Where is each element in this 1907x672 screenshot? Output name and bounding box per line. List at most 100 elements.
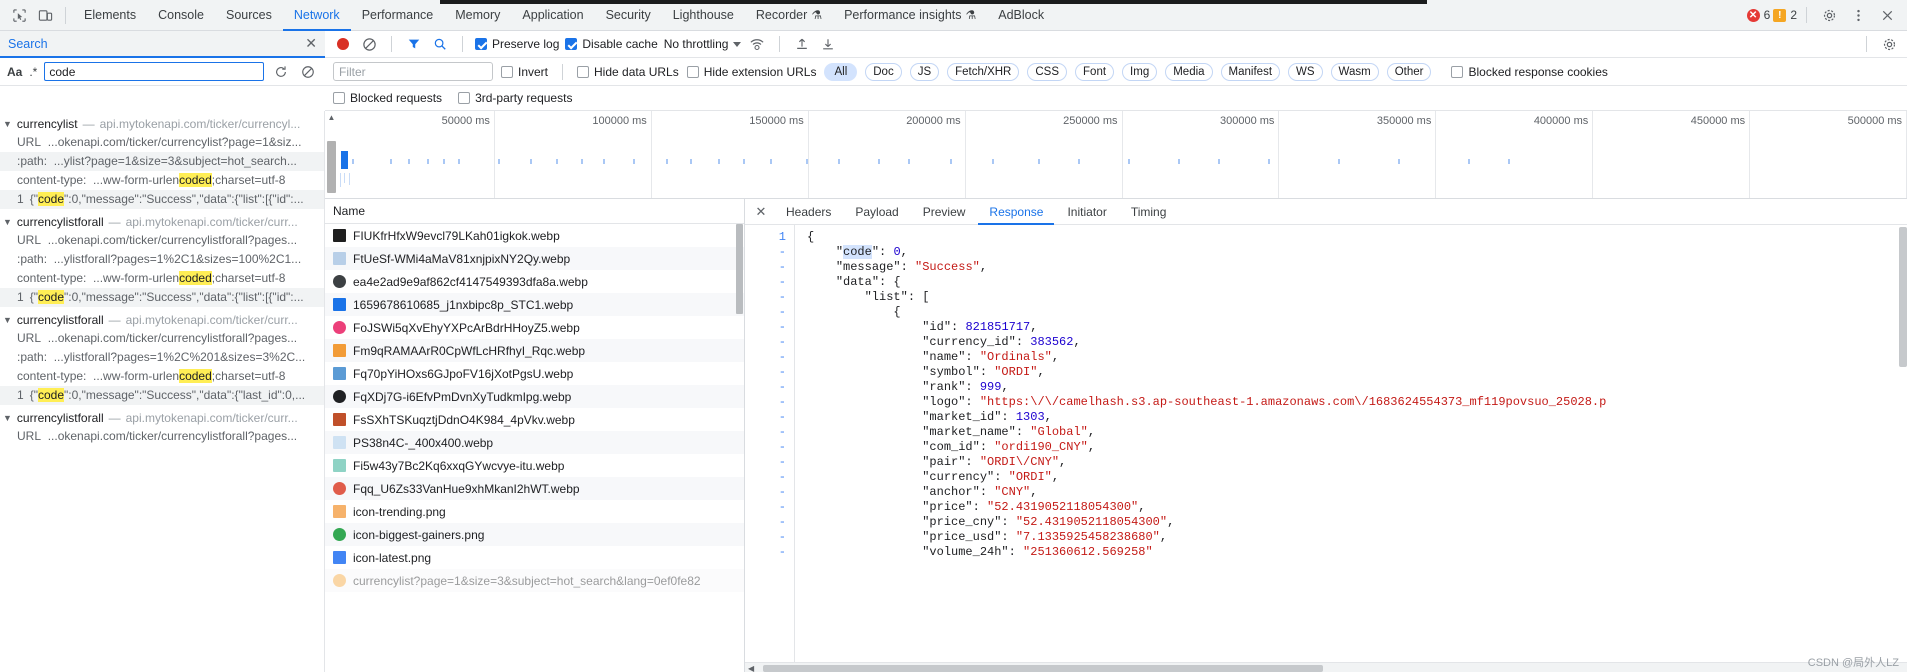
blocked-requests-checkbox[interactable]: Blocked requests bbox=[333, 91, 442, 105]
regex-button[interactable]: .* bbox=[29, 65, 37, 79]
search-result-header[interactable]: ▼ currencylistforall — api.mytokenapi.co… bbox=[0, 212, 324, 231]
detail-tab-initiator[interactable]: Initiator bbox=[1056, 199, 1117, 225]
response-horizontal-scrollbar[interactable]: ◀ bbox=[745, 662, 1907, 672]
record-stop-icon[interactable] bbox=[333, 34, 353, 54]
search-result-line[interactable]: 1 {"code":0,"message":"Success","data":{"… bbox=[0, 386, 324, 405]
tab-application[interactable]: Application bbox=[511, 0, 594, 31]
search-result-line[interactable]: :path: ...ylistforall?pages=1%2C1&sizes=… bbox=[0, 250, 324, 269]
clear-network-icon[interactable] bbox=[359, 34, 379, 54]
search-result-line[interactable]: URL ...okenapi.com/ticker/currencylistfo… bbox=[0, 427, 324, 446]
overview-scrollbar[interactable]: ▲ bbox=[325, 111, 338, 198]
search-result-line[interactable]: 1 {"code":0,"message":"Success","data":{"… bbox=[0, 190, 324, 209]
filter-type-other[interactable]: Other bbox=[1386, 62, 1432, 81]
blocked-response-cookies-checkbox[interactable]: Blocked response cookies bbox=[1451, 65, 1608, 79]
table-row[interactable]: icon-biggest-gainers.png bbox=[325, 523, 744, 546]
disable-cache-checkbox[interactable]: Disable cache bbox=[565, 37, 658, 51]
table-row[interactable]: Fi5w43y7Bc2Kq6xxqGYwcvye-itu.webp bbox=[325, 454, 744, 477]
tab-adblock[interactable]: AdBlock bbox=[987, 0, 1055, 31]
filter-type-media[interactable]: Media bbox=[1165, 62, 1213, 81]
search-result-header[interactable]: ▼ currencylistforall — api.mytokenapi.co… bbox=[0, 408, 324, 427]
filter-type-font[interactable]: Font bbox=[1075, 62, 1115, 81]
filter-type-wasm[interactable]: Wasm bbox=[1330, 62, 1379, 81]
search-results-panel[interactable]: ▼ currencylist — api.mytokenapi.com/tick… bbox=[0, 111, 325, 672]
table-row[interactable]: Fqq_U6Zs33VanHue9xhMkanI2hWT.webp bbox=[325, 477, 744, 500]
table-row[interactable]: icon-trending.png bbox=[325, 500, 744, 523]
preserve-log-checkbox[interactable]: Preserve log bbox=[475, 37, 559, 51]
filter-type-doc[interactable]: Doc bbox=[865, 62, 902, 81]
search-result-line[interactable]: 1 {"code":0,"message":"Success","data":{"… bbox=[0, 288, 324, 307]
scroll-left-arrow-icon[interactable]: ◀ bbox=[748, 664, 754, 672]
inspect-element-icon[interactable] bbox=[6, 2, 32, 28]
tab-sources[interactable]: Sources bbox=[215, 0, 283, 31]
search-result-line[interactable]: URL ...okenapi.com/ticker/currencylistfo… bbox=[0, 231, 324, 250]
table-row[interactable]: FIUKfrHfxW9evcl79LKah01igkok.webp bbox=[325, 224, 744, 247]
detail-tab-headers[interactable]: Headers bbox=[775, 199, 842, 225]
filter-type-fetch-xhr[interactable]: Fetch/XHR bbox=[947, 62, 1020, 81]
tab-elements[interactable]: Elements bbox=[73, 0, 147, 31]
tab-performance-insights[interactable]: Performance insights ⚗ bbox=[833, 0, 987, 31]
search-icon[interactable] bbox=[430, 34, 450, 54]
table-row[interactable]: 1659678610685_j1nxbipc8p_STC1.webp bbox=[325, 293, 744, 316]
throttling-dropdown[interactable]: No throttling bbox=[664, 37, 742, 51]
search-result-line[interactable]: content-type: ...ww-form-urlencoded;char… bbox=[0, 171, 324, 190]
close-icon[interactable] bbox=[1874, 2, 1900, 28]
search-result-line[interactable]: content-type: ...ww-form-urlencoded;char… bbox=[0, 367, 324, 386]
device-toolbar-icon[interactable] bbox=[32, 2, 58, 28]
scrollbar-thumb[interactable] bbox=[763, 665, 1323, 672]
column-header-name[interactable]: Name bbox=[325, 199, 744, 224]
search-result-line[interactable]: URL ...okenapi.com/ticker/currencylist?p… bbox=[0, 133, 324, 152]
third-party-requests-checkbox[interactable]: 3rd-party requests bbox=[458, 91, 572, 105]
invert-checkbox[interactable]: Invert bbox=[501, 65, 548, 79]
tab-recorder[interactable]: Recorder ⚗ bbox=[745, 0, 833, 31]
gear-icon[interactable] bbox=[1816, 2, 1842, 28]
request-list-scrollbar[interactable] bbox=[735, 224, 744, 672]
response-body-viewer[interactable]: 1 - - - - - - - - - - - - - - - - - - - … bbox=[745, 225, 1907, 672]
table-row[interactable]: Fm9qRAMAArR0CpWfLcHRfhyI_Rqc.webp bbox=[325, 339, 744, 362]
response-json-code[interactable]: { "code": 0, "message": "Success", "data… bbox=[795, 225, 1907, 672]
search-input[interactable] bbox=[44, 62, 264, 81]
search-result-line[interactable]: :path: ...ylistforall?pages=1%2C%201&siz… bbox=[0, 348, 324, 367]
response-vertical-scrollbar[interactable] bbox=[1899, 225, 1907, 662]
export-har-icon[interactable] bbox=[818, 34, 838, 54]
detail-tab-response[interactable]: Response bbox=[978, 199, 1054, 225]
error-count-badge[interactable]: ✕ 6 bbox=[1746, 8, 1770, 22]
detail-tab-preview[interactable]: Preview bbox=[912, 199, 977, 225]
table-row[interactable]: currencylist?page=1&size=3&subject=hot_s… bbox=[325, 569, 744, 592]
table-row[interactable]: FsSXhTSKuqztjDdnO4K984_4pVkv.webp bbox=[325, 408, 744, 431]
network-settings-gear-icon[interactable] bbox=[1879, 34, 1899, 54]
search-result-line[interactable]: URL ...okenapi.com/ticker/currencylistfo… bbox=[0, 329, 324, 348]
scrollbar-thumb[interactable] bbox=[327, 141, 336, 193]
hide-extension-urls-checkbox[interactable]: Hide extension URLs bbox=[686, 65, 816, 79]
filter-type-css[interactable]: CSS bbox=[1027, 62, 1068, 81]
detail-close-icon[interactable]: ✕ bbox=[749, 204, 773, 220]
filter-type-js[interactable]: JS bbox=[909, 62, 940, 81]
detail-tab-payload[interactable]: Payload bbox=[844, 199, 909, 225]
match-case-button[interactable]: Aa bbox=[7, 65, 22, 79]
table-row[interactable]: PS38n4C-_400x400.webp bbox=[325, 431, 744, 454]
scroll-up-arrow-icon[interactable]: ▲ bbox=[325, 111, 338, 124]
filter-funnel-icon[interactable] bbox=[404, 34, 424, 54]
tab-memory[interactable]: Memory bbox=[444, 0, 511, 31]
tab-lighthouse[interactable]: Lighthouse bbox=[662, 0, 745, 31]
network-conditions-icon[interactable] bbox=[747, 34, 767, 54]
tab-performance[interactable]: Performance bbox=[351, 0, 445, 31]
filter-type-manifest[interactable]: Manifest bbox=[1220, 62, 1281, 81]
scrollbar-thumb[interactable] bbox=[736, 224, 743, 314]
search-panel-close-icon[interactable]: ✕ bbox=[305, 35, 317, 52]
tab-security[interactable]: Security bbox=[595, 0, 662, 31]
table-row[interactable]: FtUeSf-WMi4aMaV81xnjpixNY2Qy.webp bbox=[325, 247, 744, 270]
import-har-icon[interactable] bbox=[792, 34, 812, 54]
filter-input[interactable] bbox=[333, 62, 493, 81]
search-result-header[interactable]: ▼ currencylist — api.mytokenapi.com/tick… bbox=[0, 114, 324, 133]
detail-tab-timing[interactable]: Timing bbox=[1120, 199, 1178, 225]
tab-console[interactable]: Console bbox=[147, 0, 215, 31]
search-result-line[interactable]: :path: ...ylist?page=1&size=3&subject=ho… bbox=[0, 152, 324, 171]
filter-type-all[interactable]: All bbox=[824, 62, 858, 81]
request-list[interactable]: FIUKfrHfxW9evcl79LKah01igkok.webp FtUeSf… bbox=[325, 224, 744, 672]
warning-count-badge[interactable]: ! 2 bbox=[1773, 8, 1797, 22]
hide-data-urls-checkbox[interactable]: Hide data URLs bbox=[577, 65, 679, 79]
search-result-header[interactable]: ▼ currencylistforall — api.mytokenapi.co… bbox=[0, 310, 324, 329]
tab-network[interactable]: Network bbox=[283, 0, 351, 31]
filter-type-img[interactable]: Img bbox=[1122, 62, 1158, 81]
more-options-icon[interactable] bbox=[1845, 2, 1871, 28]
